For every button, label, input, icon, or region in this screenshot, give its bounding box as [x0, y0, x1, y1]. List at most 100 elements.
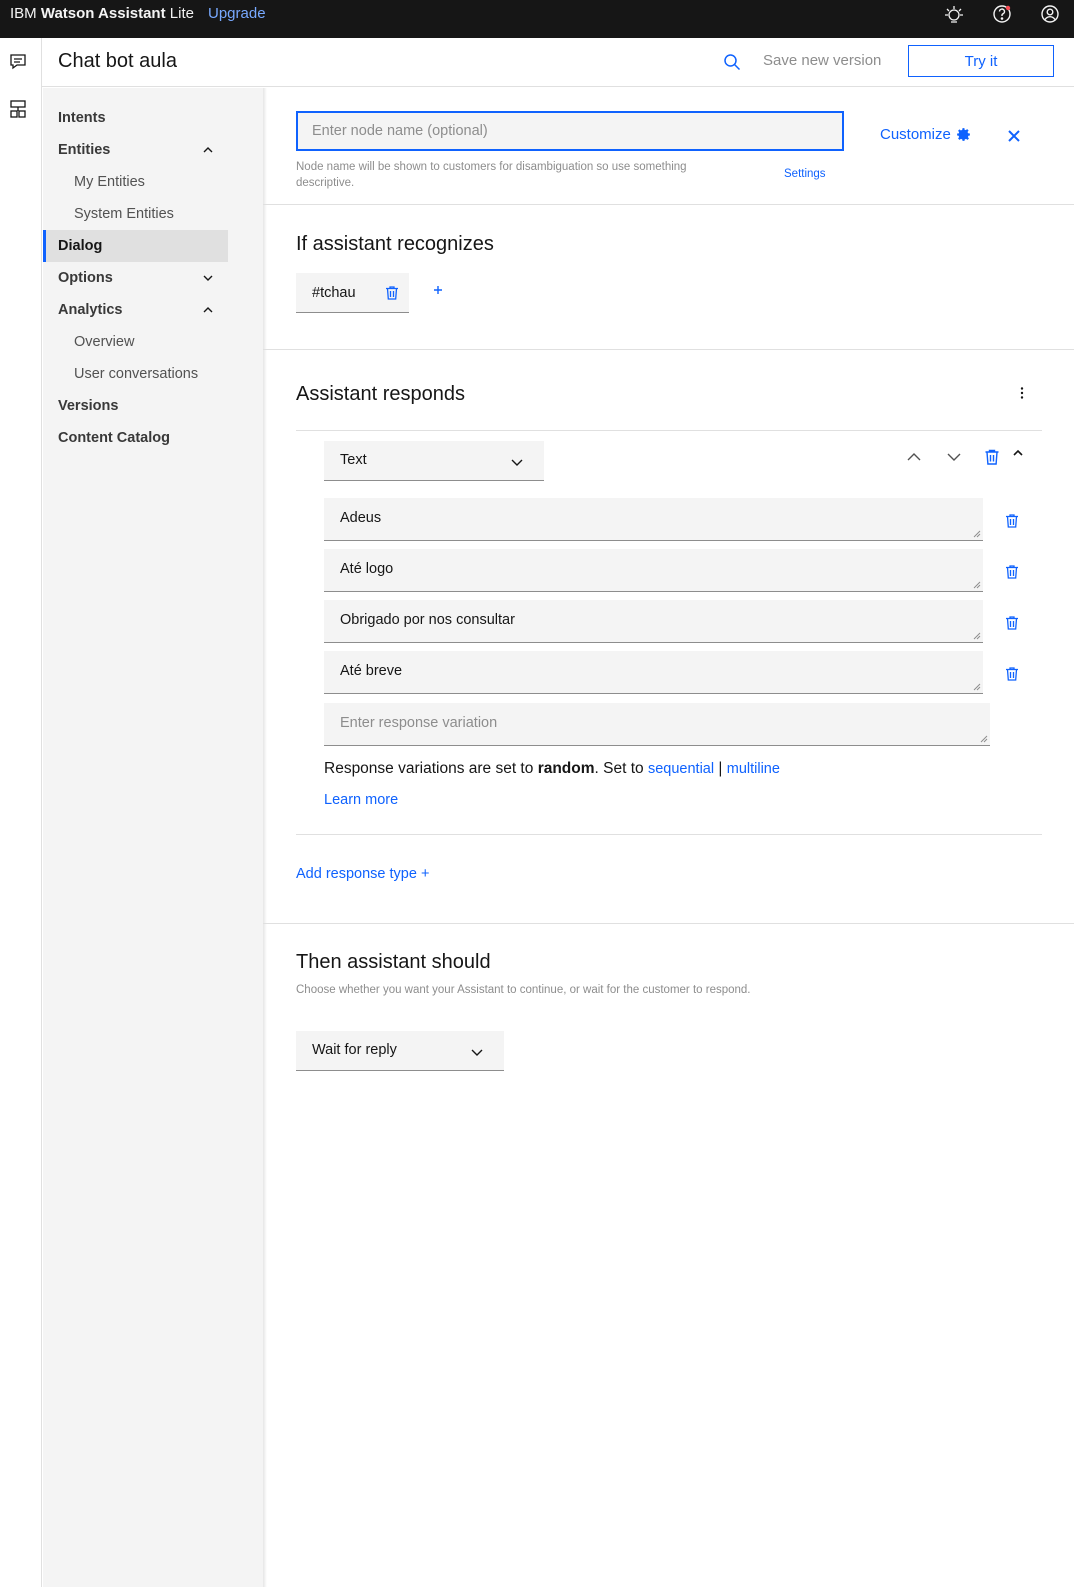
nav-versions-label: Versions	[58, 398, 119, 414]
nav-dialog-label: Dialog	[58, 238, 103, 254]
response-variation[interactable]: Obrigado por nos consultar	[324, 600, 983, 643]
customize-button[interactable]: Customize	[880, 126, 972, 143]
nav-user-conversations[interactable]: User conversations	[43, 358, 228, 390]
nav-entities[interactable]: Entities	[43, 134, 228, 166]
node-name-input[interactable]	[296, 111, 844, 151]
upgrade-link[interactable]: Upgrade	[208, 5, 266, 22]
mode-prefix: Response variations are set to	[324, 760, 534, 777]
variation-text: Até logo	[340, 561, 394, 577]
save-new-version-button[interactable]: Save new version	[763, 52, 881, 69]
multiline-link[interactable]: multiline	[727, 761, 780, 777]
variation-text: Até breve	[340, 663, 403, 679]
ibm-bulb-icon[interactable]	[943, 3, 965, 25]
next-action-value: Wait for reply	[312, 1042, 397, 1058]
trash-icon[interactable]	[384, 285, 400, 301]
move-up-icon[interactable]	[905, 448, 923, 466]
trash-icon[interactable]	[1004, 513, 1020, 529]
condition-text: #tchau	[312, 285, 356, 301]
then-helper: Choose whether you want your Assistant t…	[296, 984, 751, 996]
top-bar: IBM Watson Assistant Lite Upgrade	[0, 0, 1074, 38]
resize-handle-icon[interactable]	[973, 632, 981, 640]
trash-icon[interactable]	[983, 448, 1001, 466]
product-name[interactable]: IBM Watson Assistant Lite	[10, 5, 194, 23]
nav-my-entities-label: My Entities	[74, 174, 145, 190]
brand-prefix: IBM	[10, 5, 37, 22]
variation-placeholder: Enter response variation	[340, 715, 498, 731]
new-variation-input[interactable]: Enter response variation	[324, 703, 990, 746]
gear-icon	[956, 128, 970, 141]
mode-mid: . Set to	[594, 760, 644, 777]
then-title: Then assistant should	[296, 951, 491, 973]
response-variation[interactable]: Adeus	[324, 498, 983, 541]
panel-shadow	[263, 88, 267, 1587]
help-icon[interactable]	[991, 3, 1013, 25]
trash-icon[interactable]	[1004, 615, 1020, 631]
trash-icon[interactable]	[1004, 666, 1020, 682]
resize-handle-icon[interactable]	[980, 735, 988, 743]
nav-system-entities[interactable]: System Entities	[43, 198, 228, 230]
variation-text: Obrigado por nos consultar	[340, 612, 515, 628]
responds-title: Assistant responds	[296, 383, 465, 405]
settings-link[interactable]: Settings	[784, 168, 826, 180]
response-divider	[296, 430, 1042, 431]
recognizes-title: If assistant recognizes	[296, 233, 494, 255]
brand-main: Watson Assistant	[40, 5, 166, 22]
sequential-link[interactable]: sequential	[648, 761, 714, 777]
page-header: Chat bot aula Save new version Try it	[42, 38, 1074, 87]
add-icon[interactable]	[430, 282, 446, 298]
next-action-select[interactable]: Wait for reply	[296, 1031, 504, 1071]
chat-icon[interactable]	[8, 52, 28, 72]
customize-label: Customize	[880, 126, 951, 143]
nav-overview[interactable]: Overview	[43, 326, 228, 358]
brand-suffix: Lite	[169, 5, 194, 22]
chevron-up-icon	[203, 147, 213, 153]
chevron-down-icon	[511, 459, 523, 466]
nav-options-label: Options	[58, 270, 113, 286]
resize-handle-icon[interactable]	[973, 683, 981, 691]
left-rail	[0, 38, 42, 1587]
nav-system-entities-label: System Entities	[74, 206, 174, 222]
side-nav: Intents Entities My Entities System Enti…	[43, 88, 263, 1587]
resize-handle-icon[interactable]	[973, 530, 981, 538]
search-icon[interactable]	[722, 52, 742, 72]
page-title: Chat bot aula	[58, 50, 177, 72]
nav-content-catalog[interactable]: Content Catalog	[43, 422, 228, 454]
response-type-value: Text	[340, 452, 367, 468]
chevron-up-icon	[203, 307, 213, 313]
nav-entities-label: Entities	[58, 142, 111, 158]
condition-tag[interactable]: #tchau	[296, 273, 409, 313]
chevron-down-icon	[471, 1049, 483, 1056]
response-type-select[interactable]: Text	[324, 441, 544, 481]
collapse-icon[interactable]	[1009, 444, 1027, 462]
nav-intents[interactable]: Intents	[43, 102, 228, 134]
resize-handle-icon[interactable]	[973, 581, 981, 589]
trash-icon[interactable]	[1004, 564, 1020, 580]
section-divider	[263, 349, 1074, 350]
variation-mode-text: Response variations are set to random. S…	[324, 760, 780, 778]
skills-icon[interactable]	[8, 99, 28, 119]
mode-separator: |	[718, 760, 723, 777]
close-icon[interactable]	[1006, 128, 1022, 144]
nav-dialog[interactable]: Dialog	[43, 230, 228, 262]
user-icon[interactable]	[1039, 3, 1061, 25]
section-divider	[263, 923, 1074, 924]
nav-user-conversations-label: User conversations	[74, 366, 199, 382]
mode-value: random	[537, 760, 595, 777]
nav-my-entities[interactable]: My Entities	[43, 166, 228, 198]
chevron-down-icon	[203, 275, 213, 281]
nav-content-catalog-label: Content Catalog	[58, 430, 170, 446]
overflow-menu-icon[interactable]	[1014, 385, 1030, 401]
add-response-type-button[interactable]: Add response type +	[296, 866, 429, 882]
node-name-helper: Node name will be shown to customers for…	[296, 161, 687, 189]
response-divider	[296, 834, 1042, 835]
nav-versions[interactable]: Versions	[43, 390, 228, 422]
response-variation[interactable]: Até logo	[324, 549, 983, 592]
nav-overview-label: Overview	[74, 334, 135, 350]
response-variation[interactable]: Até breve	[324, 651, 983, 694]
move-down-icon[interactable]	[945, 448, 963, 466]
learn-more-link[interactable]: Learn more	[324, 792, 398, 808]
try-it-button[interactable]: Try it	[908, 45, 1054, 77]
nav-options[interactable]: Options	[43, 262, 228, 294]
nav-analytics[interactable]: Analytics	[43, 294, 228, 326]
nav-analytics-label: Analytics	[58, 302, 123, 318]
